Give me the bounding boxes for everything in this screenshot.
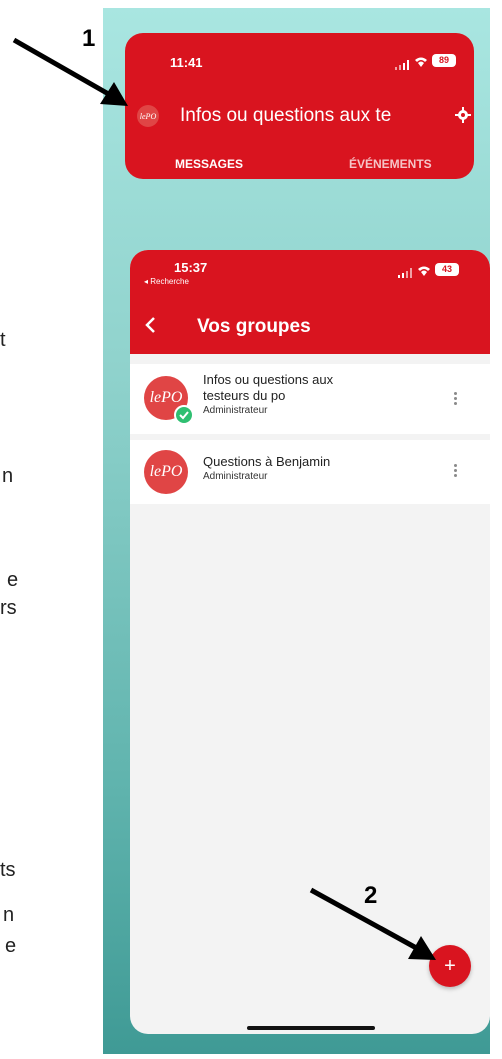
tab-messages[interactable]: MESSAGES	[175, 157, 243, 171]
group-list-item[interactable]: lePO Questions à Benjamin Administrateur	[130, 440, 490, 504]
annotation-label-2: 2	[364, 882, 378, 909]
group-role: Administrateur	[203, 405, 268, 416]
groups-header: 15:37 ◂ Recherche 43 Vos groupes	[130, 250, 490, 354]
avatar-text: lePO	[149, 463, 183, 480]
signal-icon	[398, 265, 412, 283]
group-name: Questions à Benjamin	[203, 454, 331, 469]
battery-level: 43	[441, 264, 452, 274]
annotation-label-1: 1	[82, 25, 96, 52]
avatar-text: lePO	[139, 111, 157, 121]
text-fragment: ts	[0, 859, 16, 881]
home-indicator	[247, 1026, 375, 1030]
selected-check-icon	[174, 405, 194, 425]
group-role: Administrateur	[203, 471, 268, 482]
more-options-icon[interactable]	[452, 462, 458, 482]
text-fragment: e	[5, 935, 17, 957]
avatar-text: lePO	[149, 389, 183, 406]
page-title: Vos groupes	[197, 316, 311, 337]
back-to-app-link[interactable]: ◂ Recherche	[144, 277, 189, 286]
group-title[interactable]: Infos ou questions aux te	[180, 105, 430, 127]
settings-gear-icon[interactable]	[455, 107, 471, 128]
battery-level: 89	[438, 55, 449, 65]
group-name: Infos ou questions aux	[203, 372, 334, 387]
battery-icon: 43	[435, 263, 459, 276]
arrow-1	[12, 37, 114, 99]
text-fragment: rs	[0, 597, 17, 619]
text-fragment: n	[3, 904, 15, 926]
text-fragment: n	[2, 465, 14, 487]
text-fragment: e	[7, 569, 19, 591]
group-list-item[interactable]: lePO Infos ou questions aux testeurs du …	[130, 364, 490, 434]
tab-events[interactable]: ÉVÉNEMENTS	[349, 157, 432, 171]
groups-screen: 15:37 ◂ Recherche 43 Vos groupes lePO In…	[130, 250, 490, 1034]
battery-icon: 89	[432, 54, 456, 67]
wifi-icon	[417, 264, 431, 282]
signal-icon	[395, 57, 409, 70]
group-chat-header: 11:41 89 lePO Infos ou questions aux te …	[125, 33, 474, 179]
text-fragment: t	[0, 329, 6, 351]
add-group-button[interactable]: +	[429, 945, 471, 987]
status-time: 11:41	[170, 55, 203, 70]
group-name-continued: testeurs du po	[203, 388, 286, 403]
group-avatar: lePO	[144, 450, 188, 494]
wifi-icon	[414, 55, 428, 73]
plus-icon: +	[444, 955, 456, 977]
more-options-icon[interactable]	[452, 390, 458, 410]
group-avatar[interactable]: lePO	[137, 105, 159, 127]
status-time: 15:37	[174, 260, 208, 275]
back-chevron-icon[interactable]	[144, 316, 156, 339]
